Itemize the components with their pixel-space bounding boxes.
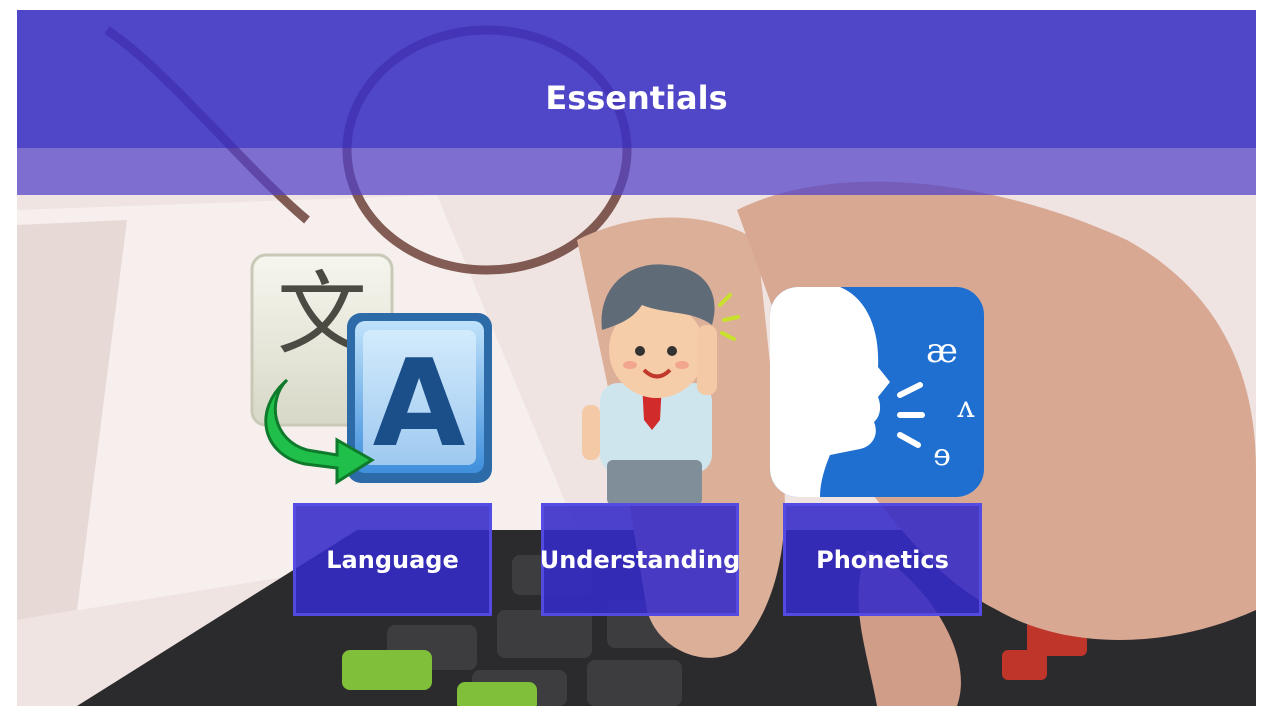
header-sub-band <box>17 148 1256 195</box>
translate-icon: 文 A <box>250 253 492 485</box>
thinking-person-icon <box>582 264 740 505</box>
phonetics-head-icon: æ ʌ ɘ <box>770 287 984 497</box>
understanding-button[interactable]: Understanding <box>539 503 741 616</box>
language-label: Language <box>326 545 459 574</box>
phonetics-button[interactable]: Phonetics <box>783 503 982 616</box>
phonetic-symbol-wedge: ʌ <box>957 390 975 425</box>
language-button[interactable]: Language <box>293 503 492 616</box>
slide-title: Essentials <box>545 79 728 117</box>
phonetic-symbol-schwa: ɘ <box>933 438 951 473</box>
phonetics-label: Phonetics <box>816 545 949 574</box>
understanding-label: Understanding <box>539 545 741 574</box>
slide: Essentials 文 A æ ʌ ɘ Language Understand… <box>17 10 1256 706</box>
latin-char: A <box>373 335 466 474</box>
phonetic-symbol-ae: æ <box>926 331 958 371</box>
